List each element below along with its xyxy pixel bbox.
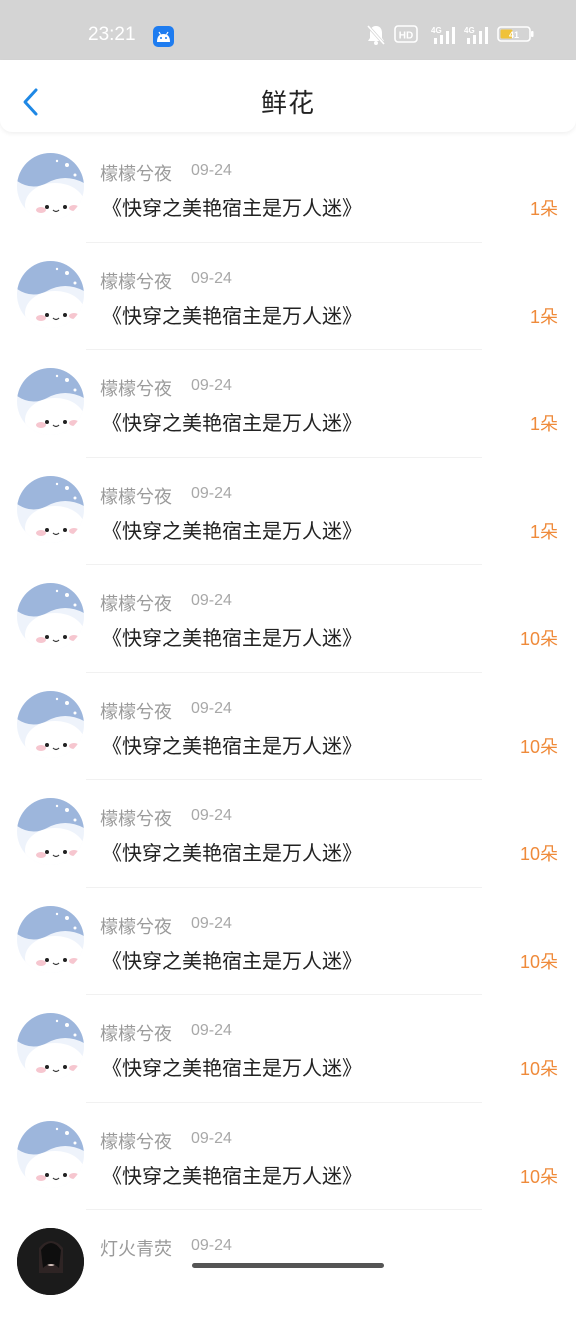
avatar[interactable]	[17, 690, 84, 758]
date: 09-24	[191, 1129, 232, 1147]
username[interactable]: 檬檬兮夜	[100, 1128, 172, 1154]
book-title[interactable]: 《快穿之美艳宿主是万人迷》	[102, 622, 362, 651]
page-title: 鲜花	[260, 89, 315, 119]
username[interactable]: 檬檬兮夜	[100, 913, 172, 939]
flower-count: 10朵	[519, 844, 558, 864]
list-item[interactable]: 檬檬兮夜 09-24 《快穿之美艳宿主是万人迷》 10朵	[0, 888, 576, 995]
book-title[interactable]: 《快穿之美艳宿主是万人迷》	[102, 1052, 362, 1081]
username[interactable]: 灯火青荧	[100, 1235, 172, 1261]
book-title[interactable]: 《快穿之美艳宿主是万人迷》	[102, 945, 362, 974]
flower-list: 檬檬兮夜 09-24 《快穿之美艳宿主是万人迷》 1朵 檬檬兮夜 09-24 《…	[0, 135, 576, 1318]
avatar[interactable]	[17, 153, 84, 220]
flower-count: 10朵	[519, 1166, 558, 1187]
list-item[interactable]: 檬檬兮夜 09-24 《快穿之美艳宿主是万人迷》 10朵	[0, 1103, 576, 1210]
avatar[interactable]	[17, 583, 84, 650]
book-title[interactable]: 《快穿之美艳宿主是万人迷》	[102, 407, 362, 436]
book-title[interactable]: 《快穿之美艳宿主是万人迷》	[102, 192, 362, 221]
username[interactable]: 檬檬兮夜	[100, 1020, 172, 1046]
username[interactable]: 檬檬兮夜	[100, 590, 172, 616]
date: 09-24	[191, 1237, 232, 1254]
bell-muted-icon	[366, 24, 386, 48]
date: 09-24	[191, 807, 232, 824]
book-title[interactable]: 《快穿之美艳宿主是万人迷》	[102, 300, 362, 329]
flower-count: 10朵	[519, 951, 558, 972]
avatar[interactable]	[17, 1013, 84, 1080]
date: 09-24	[191, 914, 232, 932]
flower-count: 1朵	[529, 414, 558, 434]
date: 09-24	[191, 162, 232, 179]
username[interactable]: 檬檬兮夜	[100, 698, 172, 724]
book-title[interactable]: 《快穿之美艳宿主是万人迷》	[102, 730, 362, 759]
signal-4g-icon: 4G	[430, 24, 458, 48]
android-app-icon	[153, 26, 174, 47]
book-title[interactable]: 《快穿之美艳宿主是万人迷》	[102, 837, 362, 866]
book-title[interactable]: 《快穿之美艳宿主是万人迷》	[102, 515, 362, 544]
date: 09-24	[191, 269, 232, 287]
avatar[interactable]	[17, 368, 84, 435]
list-item[interactable]: 檬檬兮夜 09-24 《快穿之美艳宿主是万人迷》 1朵	[0, 243, 576, 350]
list-item[interactable]: 檬檬兮夜 09-24 《快穿之美艳宿主是万人迷》 10朵	[0, 673, 576, 780]
avatar[interactable]	[17, 260, 84, 328]
status-time: 23:21	[88, 24, 136, 45]
list-item[interactable]: 檬檬兮夜 09-24 《快穿之美艳宿主是万人迷》 10朵	[0, 780, 576, 888]
date: 09-24	[191, 699, 232, 717]
avatar[interactable]	[17, 905, 84, 973]
username[interactable]: 檬檬兮夜	[100, 268, 172, 294]
hd-icon: HD	[394, 24, 418, 48]
list-item[interactable]: 檬檬兮夜 09-24 《快穿之美艳宿主是万人迷》 10朵	[0, 565, 576, 673]
avatar[interactable]	[17, 798, 84, 865]
date: 09-24	[191, 592, 232, 609]
flower-count: 10朵	[519, 736, 558, 757]
list-item[interactable]: 檬檬兮夜 09-24 《快穿之美艳宿主是万人迷》 1朵	[0, 350, 576, 458]
avatar[interactable]	[17, 475, 84, 543]
flower-count: 10朵	[519, 629, 558, 649]
header-bar: 鲜花	[0, 60, 576, 132]
flower-count: 1朵	[529, 199, 558, 219]
flower-count: 10朵	[519, 1059, 558, 1079]
status-bar: 23:21 HD 4G 4G 41	[0, 0, 576, 60]
avatar[interactable]	[17, 1120, 84, 1188]
username[interactable]: 檬檬兮夜	[100, 160, 172, 186]
date: 09-24	[191, 484, 232, 502]
flower-count: 1朵	[529, 306, 558, 327]
flower-count: 1朵	[529, 521, 558, 542]
date: 09-24	[191, 377, 232, 394]
signal-4g-icon: 4G	[463, 24, 491, 48]
hd-label: HD	[399, 31, 413, 42]
username[interactable]: 檬檬兮夜	[100, 375, 172, 401]
username[interactable]: 檬檬兮夜	[100, 483, 172, 509]
list-item[interactable]: 檬檬兮夜 09-24 《快穿之美艳宿主是万人迷》 10朵	[0, 995, 576, 1103]
book-title[interactable]: 《快穿之美艳宿主是万人迷》	[102, 1160, 362, 1189]
battery-icon: 41	[497, 24, 535, 48]
list-item[interactable]: 檬檬兮夜 09-24 《快穿之美艳宿主是万人迷》 1朵	[0, 135, 576, 243]
date: 09-24	[191, 1022, 232, 1039]
home-indicator[interactable]	[192, 1263, 384, 1268]
signal-4g-label: 4G	[464, 26, 475, 35]
username[interactable]: 檬檬兮夜	[100, 805, 172, 831]
signal-4g-label: 4G	[431, 26, 442, 35]
battery-level: 41	[509, 30, 519, 40]
list-item[interactable]: 檬檬兮夜 09-24 《快穿之美艳宿主是万人迷》 1朵	[0, 458, 576, 565]
avatar[interactable]	[17, 1228, 84, 1295]
